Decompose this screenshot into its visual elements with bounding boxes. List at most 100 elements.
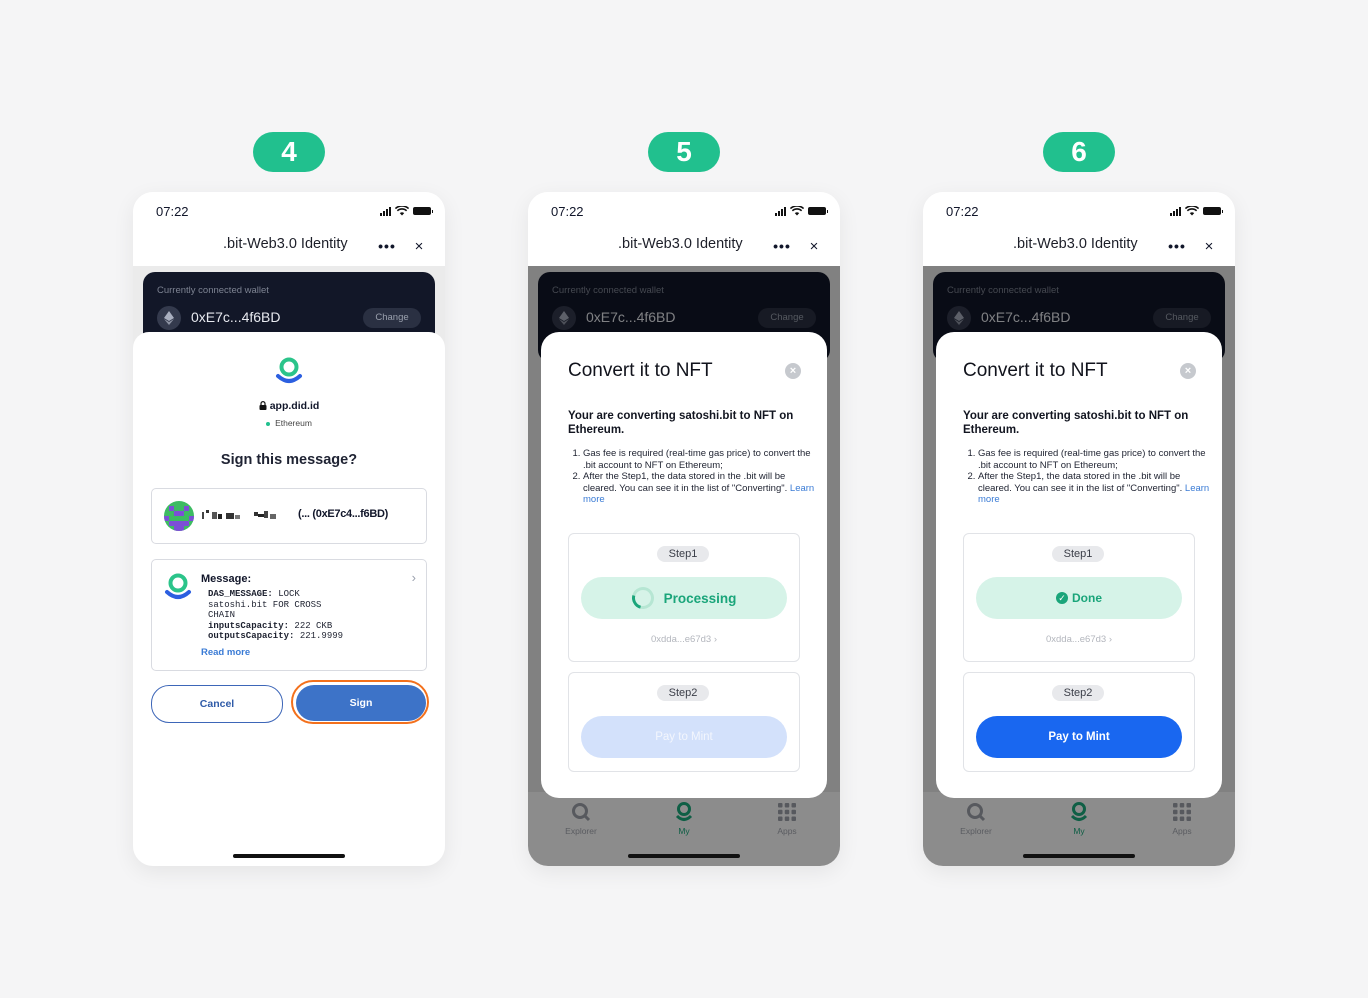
nav-title: .bit-Web3.0 Identity [1013, 236, 1138, 252]
did-app-logo-icon [276, 357, 302, 383]
battery-icon [808, 207, 828, 215]
note-item: After the Step1, the data stored in the … [583, 471, 815, 506]
signal-icon [775, 206, 786, 216]
origin-row: app.did.id [133, 400, 445, 412]
message-line: inputsCapacity: 222 CKB [208, 620, 333, 631]
battery-icon [413, 207, 433, 215]
step1-chip: Step1 [1052, 546, 1104, 562]
nav-title: .bit-Web3.0 Identity [618, 236, 743, 252]
modal-notes: Gas fee is required (real-time gas price… [966, 448, 1210, 506]
modal-title: Convert it to NFT [963, 360, 1108, 381]
pay-to-mint-button-disabled: Pay to Mint [581, 716, 787, 758]
close-icon[interactable]: × [1193, 238, 1225, 255]
note-item: Gas fee is required (real-time gas price… [583, 448, 815, 471]
step1-card: Step1 ✓ Done 0xdda...e67d3 › [963, 533, 1195, 662]
tx-hash-link[interactable]: 0xdda...e67d3 › [964, 634, 1194, 645]
check-circle-icon: ✓ [1056, 592, 1068, 604]
more-icon[interactable]: ••• [766, 238, 798, 254]
chevron-right-icon[interactable]: › [412, 570, 416, 585]
message-box[interactable]: Message: › DAS_MESSAGE: LOCK satoshi.bit … [151, 559, 427, 671]
read-more-link[interactable]: Read more [201, 647, 250, 658]
sign-button[interactable]: Sign [296, 685, 426, 721]
nav-actions: ••• × [1161, 232, 1225, 260]
modal-close-icon[interactable]: × [1180, 363, 1196, 379]
note-item: After the Step1, the data stored in the … [978, 471, 1210, 506]
wifi-icon [1185, 206, 1199, 216]
message-line: DAS_MESSAGE: LOCK [208, 589, 300, 599]
modal-lead: Your are converting satoshi.bit to NFT o… [568, 410, 794, 436]
note-item: Gas fee is required (real-time gas price… [978, 448, 1210, 471]
more-icon[interactable]: ••• [371, 238, 403, 254]
chain-row: Ethereum [133, 418, 445, 428]
status-icons [775, 206, 828, 216]
chain-status-dot [266, 421, 271, 426]
did-message-icon [165, 573, 191, 599]
step2-card: Step2 Pay to Mint [963, 672, 1195, 772]
phone-step-5: 07:22 .bit-Web3.0 Identity ••• × Current… [528, 192, 840, 866]
status-time: 07:22 [551, 204, 584, 219]
modal-close-icon[interactable]: × [785, 363, 801, 379]
message-body: DAS_MESSAGE: LOCK satoshi.bit FOR CROSS CH… [208, 589, 343, 642]
step1-card: Step1 Processing 0xdda...e67d3 › [568, 533, 800, 662]
status-time: 07:22 [156, 204, 189, 219]
status-bar: 07:22 [528, 192, 840, 232]
status-icons [380, 206, 433, 216]
status-time: 07:22 [946, 204, 979, 219]
masked-account-name [202, 510, 276, 519]
status-icons [1170, 206, 1223, 216]
processing-status: Processing [581, 577, 787, 619]
nav-bar: .bit-Web3.0 Identity ••• × [133, 232, 445, 266]
modal-lead: Your are converting satoshi.bit to NFT o… [963, 410, 1189, 436]
phone-step-6: 07:22 .bit-Web3.0 Identity ••• × Current… [923, 192, 1235, 866]
more-icon[interactable]: ••• [1161, 238, 1193, 254]
spinner-icon [627, 582, 658, 614]
step1-chip: Step1 [657, 546, 709, 562]
chevron-right-icon: › [1108, 634, 1113, 645]
convert-nft-modal: Convert it to NFT × Your are converting … [936, 332, 1222, 798]
chain-name: Ethereum [275, 418, 312, 428]
avatar [164, 501, 194, 531]
convert-nft-modal: Convert it to NFT × Your are converting … [541, 332, 827, 798]
message-label: Message: [201, 573, 252, 585]
pay-to-mint-button[interactable]: Pay to Mint [976, 716, 1182, 758]
sign-title: Sign this message? [220, 452, 358, 468]
tx-hash-link[interactable]: 0xdda...e67d3 › [569, 634, 799, 645]
lock-icon [259, 401, 267, 410]
ethereum-icon [157, 306, 181, 330]
modal-notes: Gas fee is required (real-time gas price… [571, 448, 815, 506]
step-badge-6: 6 [1043, 132, 1115, 172]
step2-chip: Step2 [1052, 685, 1104, 701]
step-badge-5: 5 [648, 132, 720, 172]
chevron-right-icon: › [713, 634, 718, 645]
signal-icon [380, 206, 391, 216]
wallet-address: 0xE7c...4f6BD [191, 309, 281, 325]
step2-chip: Step2 [657, 685, 709, 701]
message-line: CHAIN [208, 610, 236, 621]
done-label: Done [1072, 591, 1102, 605]
nav-actions: ••• × [766, 232, 830, 260]
origin-domain: app.did.id [269, 400, 320, 412]
wifi-icon [790, 206, 804, 216]
change-wallet-button[interactable]: Change [363, 308, 421, 328]
wallet-caption: Currently connected wallet [157, 285, 269, 296]
message-line: outputsCapacity: 221.9999 [208, 631, 344, 642]
home-indicator [233, 854, 345, 858]
account-box: (... (0xE7c4...f6BD) [151, 488, 427, 544]
phone-step-4: 07:22 .bit-Web3.0 Identity ••• × Current… [133, 192, 445, 866]
status-bar: 07:22 [133, 192, 445, 232]
wifi-icon [395, 206, 409, 216]
step2-card: Step2 Pay to Mint [568, 672, 800, 772]
step-badge-4: 4 [253, 132, 325, 172]
close-icon[interactable]: × [403, 238, 435, 255]
nav-bar: .bit-Web3.0 Identity ••• × [528, 232, 840, 266]
close-icon[interactable]: × [798, 238, 830, 255]
nav-bar: .bit-Web3.0 Identity ••• × [923, 232, 1235, 266]
home-indicator [628, 854, 740, 858]
sign-message-sheet: app.did.id Ethereum Sign this message? (… [133, 332, 445, 866]
home-indicator [1023, 854, 1135, 858]
signal-icon [1170, 206, 1181, 216]
done-status: ✓ Done [976, 577, 1182, 619]
battery-icon [1203, 207, 1223, 215]
nav-title: .bit-Web3.0 Identity [223, 236, 348, 252]
cancel-button[interactable]: Cancel [151, 685, 283, 723]
